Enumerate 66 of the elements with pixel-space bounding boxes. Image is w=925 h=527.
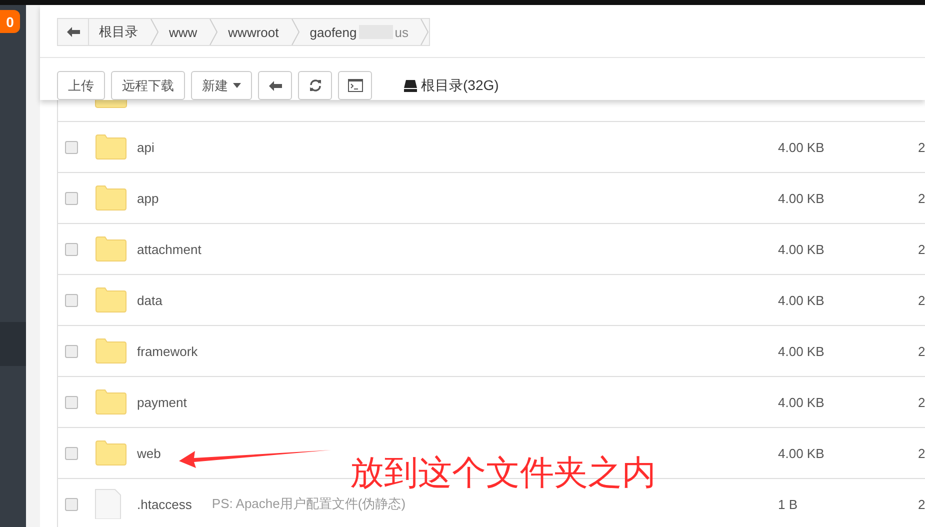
caret-icon: [233, 83, 241, 88]
toolbar-button[interactable]: 上传: [57, 71, 105, 100]
chevron-icon: [150, 19, 159, 45]
disk-icon: [404, 80, 417, 92]
refresh-button[interactable]: [298, 71, 332, 100]
back-button[interactable]: [258, 71, 292, 100]
file-note: PS: Apache用户配置文件(伪静态): [212, 495, 406, 513]
chevron-icon: [290, 19, 300, 45]
row-checkbox[interactable]: [65, 446, 78, 460]
file-name[interactable]: app: [137, 190, 159, 206]
file-size: 1 B: [778, 496, 798, 512]
folder-icon: [95, 287, 127, 313]
row-checkbox[interactable]: [65, 396, 78, 408]
row-checkbox[interactable]: [65, 344, 78, 358]
folder-icon: [95, 134, 127, 160]
refresh-icon: [308, 79, 322, 92]
table-cell: 2: [918, 242, 925, 256]
row-checkbox[interactable]: [65, 140, 78, 154]
terminal-button[interactable]: [338, 71, 372, 100]
file-name[interactable]: payment: [137, 394, 187, 410]
back-arrow-icon: [66, 27, 80, 37]
file-size: 4.00 KB: [778, 190, 824, 206]
breadcrumb-item[interactable]: www: [159, 24, 210, 40]
chevron-icon: [209, 19, 218, 45]
file-name[interactable]: framework: [137, 344, 198, 358]
folder-icon: [95, 440, 127, 466]
notification-badge: 0: [0, 10, 20, 33]
chevron-icon: [420, 19, 430, 45]
file-name[interactable]: .htaccess: [137, 496, 192, 512]
file-name[interactable]: attachment: [137, 242, 202, 256]
file-size: 4.00 KB: [778, 140, 824, 154]
folder-icon: [95, 389, 127, 415]
row-checkbox[interactable]: [65, 192, 78, 204]
row-checkbox[interactable]: [65, 242, 78, 256]
disk-label: 根目录(32G): [421, 76, 499, 94]
breadcrumb-item[interactable]: wwwroot: [218, 24, 291, 40]
file-icon: [95, 489, 121, 519]
row-checkbox[interactable]: [65, 294, 78, 306]
file-size: 4.00 KB: [778, 344, 824, 358]
file-name[interactable]: api: [137, 140, 154, 154]
table-cell: 2: [918, 344, 925, 358]
terminal-icon: [348, 79, 362, 92]
table-cell: 2: [918, 190, 925, 206]
toolbar-button[interactable]: 远程下载: [111, 71, 185, 100]
folder-icon: [95, 100, 127, 108]
file-name[interactable]: data: [137, 292, 162, 308]
folder-icon: [95, 185, 127, 211]
file-size: 4.00 KB: [778, 446, 824, 460]
file-size: 4.00 KB: [778, 292, 824, 308]
table-cell: 2: [918, 394, 925, 410]
back-arrow-icon: [268, 80, 282, 90]
table-cell: 2: [918, 496, 925, 512]
file-name[interactable]: web: [137, 446, 161, 460]
folder-icon: [95, 236, 127, 262]
annotation-text: 放到这个文件夹之内: [350, 454, 656, 494]
table-cell: 2: [918, 140, 925, 154]
folder-icon: [95, 338, 127, 364]
sidebar-item[interactable]: [0, 322, 26, 366]
file-size: 4.00 KB: [778, 242, 824, 256]
breadcrumb-item[interactable]: 根目录: [89, 23, 150, 41]
table-cell: 2: [918, 446, 925, 460]
breadcrumb-item[interactable]: gaofeng: [300, 24, 359, 40]
row-checkbox[interactable]: [65, 498, 78, 510]
table-cell: 2: [918, 292, 925, 308]
file-size: 4.00 KB: [778, 394, 824, 410]
new-dropdown-button[interactable]: 新建: [191, 71, 252, 100]
